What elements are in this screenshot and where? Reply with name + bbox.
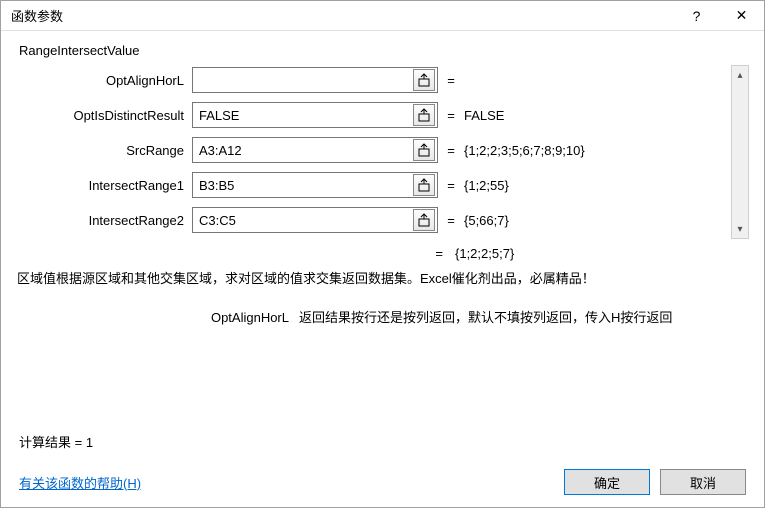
param-label: IntersectRange1: [16, 178, 192, 193]
dialog-window: 函数参数 ? ✕ RangeIntersectValue OptAlignHor…: [0, 0, 765, 508]
range-picker-icon[interactable]: [413, 174, 435, 196]
param-input-wrap: [192, 102, 438, 128]
overall-equals: =: [15, 246, 455, 261]
overall-result-line: = {1;2;2;5;7}: [15, 240, 750, 263]
scroll-down-icon[interactable]: ▾: [732, 220, 748, 238]
param-input-srcrange[interactable]: [193, 138, 413, 162]
range-picker-icon[interactable]: [413, 69, 435, 91]
parameter-area: OptAlignHorL = OptIsDistinctResult: [15, 64, 750, 240]
calc-label: 计算结果 =: [19, 435, 86, 450]
parameter-scrollbar[interactable]: ▴ ▾: [731, 65, 749, 239]
function-description: 区域值根据源区域和其他交集区域，求对区域的值求交集返回数据集。Excel催化剂出…: [15, 263, 750, 293]
argument-help: OptAlignHorL返回结果按行还是按列返回，默认不填按列返回，传入H按行返…: [15, 293, 750, 336]
param-result: {5;66;7}: [464, 213, 721, 228]
overall-result: {1;2;2;5;7}: [455, 246, 514, 261]
param-row: OptIsDistinctResult = FALSE: [16, 102, 721, 128]
titlebar: 函数参数 ? ✕: [1, 1, 764, 31]
param-input-intersectrange2[interactable]: [193, 208, 413, 232]
argument-help-text: 返回结果按行还是按列返回，默认不填按列返回，传入H按行返回: [299, 310, 672, 325]
close-icon[interactable]: ✕: [719, 1, 764, 30]
window-title: 函数参数: [1, 6, 63, 25]
window-controls: ? ✕: [674, 1, 764, 30]
dialog-body: RangeIntersectValue OptAlignHorL = OptIs…: [1, 31, 764, 507]
equals-sign: =: [438, 108, 464, 123]
dialog-footer: 有关该函数的帮助(H) 确定 取消: [15, 461, 750, 507]
param-row: OptAlignHorL =: [16, 67, 721, 93]
param-label: OptIsDistinctResult: [16, 108, 192, 123]
param-row: SrcRange = {1;2;2;3;5;6;7;8;9;10}: [16, 137, 721, 163]
param-input-optalignhorl[interactable]: [193, 68, 413, 92]
parameter-rows: OptAlignHorL = OptIsDistinctResult: [16, 65, 725, 239]
range-picker-icon[interactable]: [413, 139, 435, 161]
scroll-up-icon[interactable]: ▴: [732, 66, 748, 84]
param-input-wrap: [192, 172, 438, 198]
dialog-bottom: 计算结果 = 1 有关该函数的帮助(H) 确定 取消: [15, 422, 750, 507]
argument-help-name: OptAlignHorL: [19, 310, 299, 325]
param-row: IntersectRange1 = {1;2;55}: [16, 172, 721, 198]
param-result: {1;2;55}: [464, 178, 721, 193]
equals-sign: =: [438, 213, 464, 228]
param-label: SrcRange: [16, 143, 192, 158]
param-input-wrap: [192, 207, 438, 233]
param-input-optisdistinctresult[interactable]: [193, 103, 413, 127]
range-picker-icon[interactable]: [413, 209, 435, 231]
equals-sign: =: [438, 143, 464, 158]
param-result: FALSE: [464, 108, 721, 123]
calc-value: 1: [86, 435, 93, 450]
ok-button[interactable]: 确定: [564, 469, 650, 495]
param-row: IntersectRange2 = {5;66;7}: [16, 207, 721, 233]
cancel-button[interactable]: 取消: [660, 469, 746, 495]
param-input-wrap: [192, 137, 438, 163]
help-icon[interactable]: ?: [674, 1, 719, 30]
param-input-intersectrange1[interactable]: [193, 173, 413, 197]
function-help-link[interactable]: 有关该函数的帮助(H): [19, 473, 141, 492]
param-result: {1;2;2;3;5;6;7;8;9;10}: [464, 143, 721, 158]
calc-result-line: 计算结果 = 1: [15, 422, 750, 461]
function-name: RangeIntersectValue: [15, 41, 750, 64]
param-label: OptAlignHorL: [16, 73, 192, 88]
param-label: IntersectRange2: [16, 213, 192, 228]
param-input-wrap: [192, 67, 438, 93]
equals-sign: =: [438, 178, 464, 193]
range-picker-icon[interactable]: [413, 104, 435, 126]
equals-sign: =: [438, 73, 464, 88]
